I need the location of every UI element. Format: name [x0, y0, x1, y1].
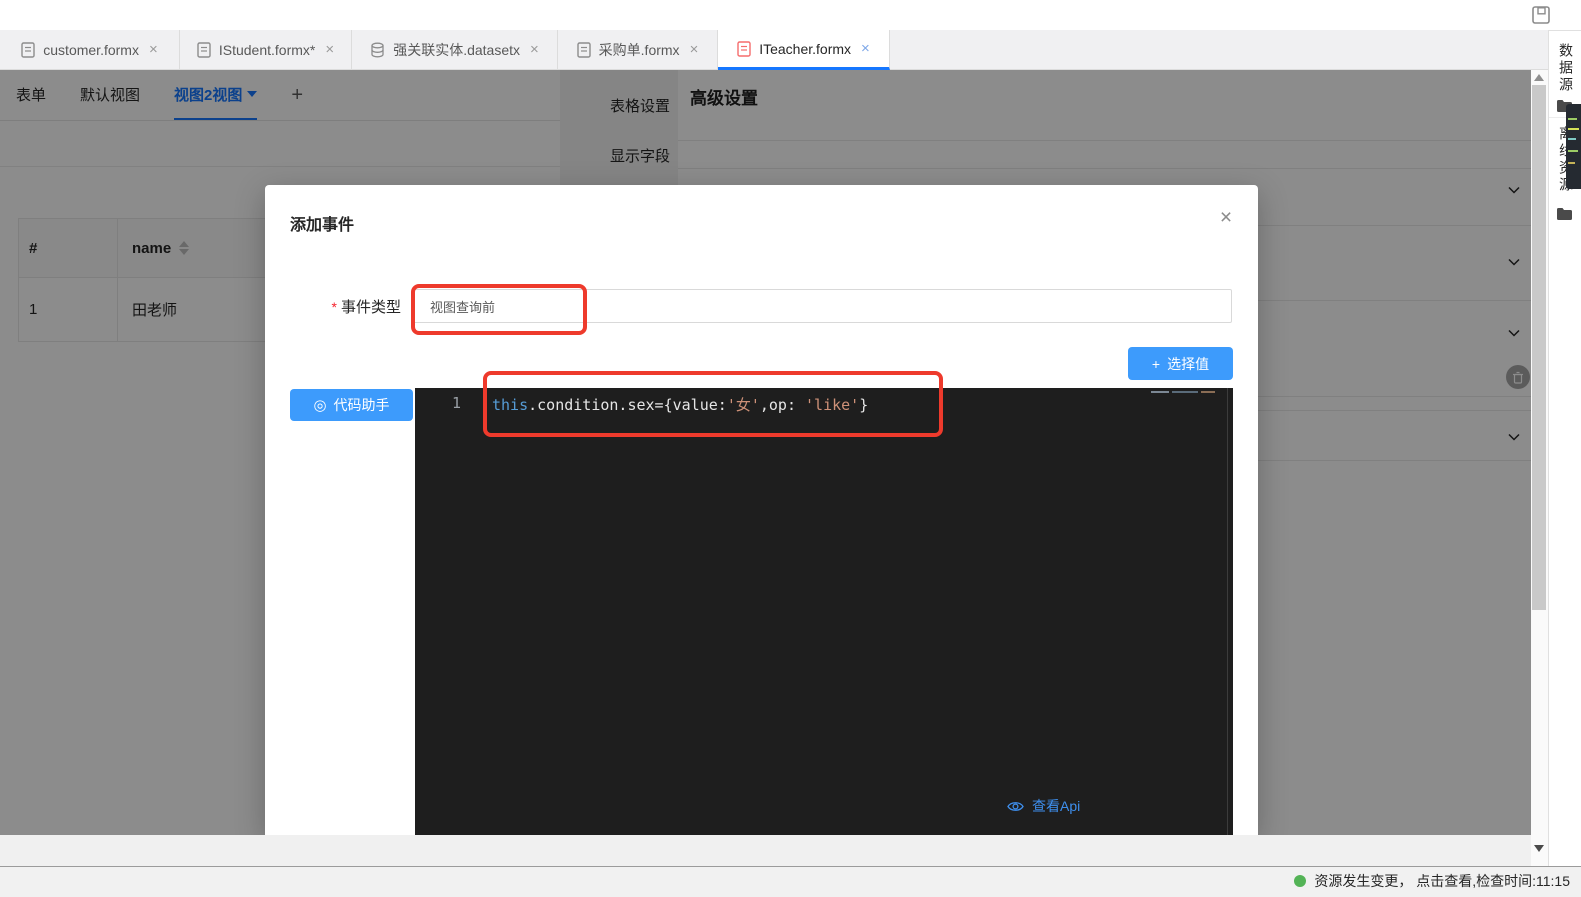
form-file-icon	[197, 42, 211, 58]
close-icon[interactable]: ×	[1213, 205, 1239, 231]
tab-istudent-formx[interactable]: IStudent.formx* ×	[180, 30, 352, 70]
resource-change-notice[interactable]: 资源发生变更， 点击查看,检查时间:11:15	[1294, 871, 1570, 891]
close-icon[interactable]: ×	[861, 40, 870, 57]
tab-label: 强关联实体.datasetx	[393, 40, 520, 60]
status-text[interactable]: 资源发生变更， 点击查看,检查时间:11:15	[1314, 871, 1570, 891]
minimap[interactable]	[1151, 390, 1223, 395]
close-icon[interactable]: ×	[690, 41, 699, 58]
top-bar	[0, 0, 1581, 30]
sidebar-item-datasource[interactable]: 数据源	[1556, 43, 1576, 94]
app-window: customer.formx × IStudent.formx* × 强关联实体…	[0, 0, 1581, 897]
form-file-icon	[21, 42, 35, 58]
dialog-title: 添加事件	[290, 211, 354, 235]
close-icon[interactable]: ×	[325, 41, 334, 58]
code-token: .condition.sex={value:	[528, 396, 727, 414]
event-type-input[interactable]: 视图查询前	[413, 289, 1232, 323]
edge-minimap-artifact	[1566, 104, 1581, 189]
vertical-scrollbar[interactable]	[1531, 70, 1548, 866]
database-icon	[370, 42, 385, 58]
tab-label: customer.formx	[43, 42, 139, 58]
status-bar: 资源发生变更， 点击查看,检查时间:11:15	[0, 866, 1581, 897]
event-type-label: *事件类型	[265, 296, 401, 317]
code-token: ,op:	[760, 396, 805, 414]
scrollbar-thumb[interactable]	[1532, 85, 1546, 610]
code-line[interactable]: this.condition.sex={value:'女',op: 'like'…	[492, 394, 868, 415]
target-circle-icon: ◎	[313, 396, 326, 414]
scroll-up-arrow[interactable]	[1534, 74, 1544, 81]
code-token: this	[492, 396, 528, 414]
code-editor[interactable]: 1 this.condition.sex={value:'女',op: 'lik…	[415, 388, 1233, 835]
required-mark: *	[332, 299, 337, 315]
code-token: 'like'	[805, 396, 859, 414]
close-icon[interactable]: ×	[149, 41, 158, 58]
right-sidebar: 数据源 离线资源	[1548, 30, 1581, 866]
add-event-dialog: 添加事件 × *事件类型 视图查询前 + 选择值 ◎ 代码助手 1 this.c…	[265, 185, 1258, 835]
save-icon[interactable]	[1530, 4, 1552, 26]
eye-icon	[1007, 800, 1024, 813]
code-token: '女'	[727, 396, 760, 414]
code-assistant-button[interactable]: ◎ 代码助手	[290, 389, 413, 421]
minimap-divider	[1227, 388, 1228, 835]
bottom-strip	[0, 835, 1532, 866]
tab-iteacher-formx-active[interactable]: ITeacher.formx ×	[718, 30, 890, 70]
tab-purchase-order-formx[interactable]: 采购单.formx ×	[558, 30, 718, 70]
form-file-icon	[577, 42, 591, 58]
tab-customer-formx[interactable]: customer.formx ×	[0, 30, 180, 70]
tab-label: ITeacher.formx	[759, 41, 851, 57]
form-file-icon	[737, 41, 751, 57]
tab-label: IStudent.formx*	[219, 42, 316, 58]
code-token: }	[859, 396, 868, 414]
line-number: 1	[445, 394, 461, 412]
status-green-dot	[1294, 875, 1306, 887]
view-api-link[interactable]: 查看Api	[1007, 796, 1080, 816]
tab-dataset[interactable]: 强关联实体.datasetx ×	[352, 30, 558, 70]
tab-bar-empty-space	[890, 30, 1548, 70]
event-type-value: 视图查询前	[430, 297, 495, 316]
scroll-down-arrow[interactable]	[1534, 845, 1544, 852]
folder-icon[interactable]	[1556, 207, 1573, 221]
plus-icon: +	[1152, 356, 1160, 372]
close-icon[interactable]: ×	[530, 41, 539, 58]
select-value-button[interactable]: + 选择值	[1128, 347, 1233, 380]
editor-tab-bar: customer.formx × IStudent.formx* × 强关联实体…	[0, 30, 1548, 70]
tab-label: 采购单.formx	[599, 40, 680, 60]
